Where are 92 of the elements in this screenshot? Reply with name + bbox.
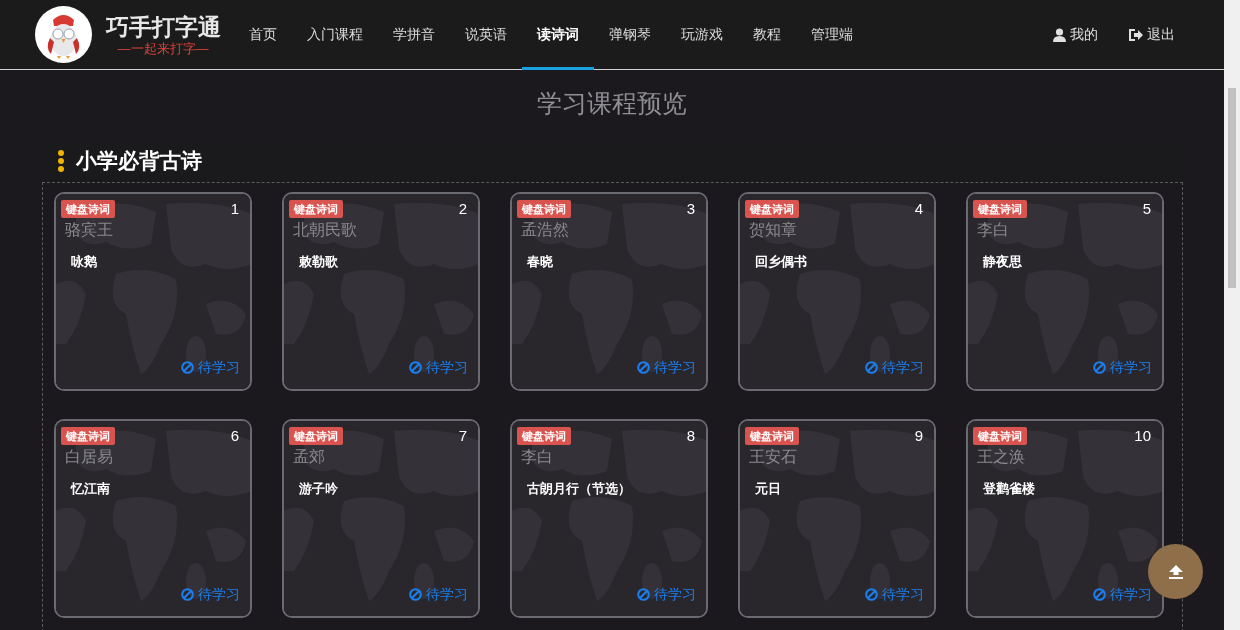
ban-icon xyxy=(181,587,194,601)
category-tag: 键盘诗词 xyxy=(745,200,799,218)
upload-icon xyxy=(1167,564,1184,579)
card-number: 9 xyxy=(914,427,923,445)
poem-title: 春晓 xyxy=(526,253,553,271)
status-label: 待学习 xyxy=(409,358,468,376)
poem-title: 静夜思 xyxy=(982,253,1022,271)
category-tag: 键盘诗词 xyxy=(745,427,799,445)
owl-logo-icon xyxy=(35,6,92,63)
poet-name: 贺知章 xyxy=(748,220,797,240)
ban-icon xyxy=(865,360,878,374)
category-tag: 键盘诗词 xyxy=(61,427,115,445)
ban-icon xyxy=(637,360,650,374)
status-label: 待学习 xyxy=(409,585,468,603)
ban-icon xyxy=(181,360,194,374)
poet-name: 李白 xyxy=(976,220,1009,240)
card-number: 5 xyxy=(1142,200,1151,218)
poem-card[interactable]: 键盘诗词 5 李白 静夜思 待学习 xyxy=(966,192,1164,391)
ban-icon xyxy=(1093,360,1106,374)
poem-title: 咏鹅 xyxy=(70,253,97,271)
poet-name: 北朝民歌 xyxy=(292,220,357,240)
ban-icon xyxy=(1093,587,1106,601)
poem-title: 忆江南 xyxy=(69,480,110,498)
nav-link[interactable]: 学拼音 xyxy=(378,0,450,70)
poem-title: 游子吟 xyxy=(298,480,338,498)
card-number: 4 xyxy=(914,200,923,218)
ban-icon xyxy=(409,360,422,374)
poet-name: 王安石 xyxy=(748,447,797,467)
logout-icon xyxy=(1128,27,1143,42)
user-icon xyxy=(1053,27,1066,42)
nav-link[interactable]: 弹钢琴 xyxy=(594,0,666,70)
status-label: 待学习 xyxy=(865,585,924,603)
card-number: 10 xyxy=(1134,427,1151,445)
poem-title: 登鹳雀楼 xyxy=(982,480,1035,498)
card-number: 6 xyxy=(230,427,239,445)
category-tag: 键盘诗词 xyxy=(61,200,115,218)
nav-link[interactable]: 教程 xyxy=(738,0,796,70)
poet-name: 王之涣 xyxy=(976,447,1025,467)
poet-name: 孟浩然 xyxy=(520,220,569,240)
poem-card[interactable]: 键盘诗词 3 孟浩然 春晓 待学习 xyxy=(510,192,708,391)
nav-link[interactable]: 入门课程 xyxy=(292,0,378,70)
poem-card[interactable]: 键盘诗词 1 骆宾王 咏鹅 待学习 xyxy=(54,192,252,391)
dots-icon xyxy=(58,150,64,172)
back-to-top-button[interactable] xyxy=(1148,544,1203,599)
status-label: 待学习 xyxy=(181,358,240,376)
poem-card[interactable]: 键盘诗词 8 李白 古朗月行（节选） 待学习 xyxy=(510,419,708,618)
poem-card[interactable]: 键盘诗词 9 王安石 元日 待学习 xyxy=(738,419,936,618)
poet-name: 白居易 xyxy=(64,447,113,467)
card-number: 2 xyxy=(458,200,467,218)
status-label: 待学习 xyxy=(637,585,696,603)
section-title: 小学必背古诗 xyxy=(76,148,202,175)
scrollbar[interactable] xyxy=(1224,0,1240,630)
status-label: 待学习 xyxy=(1093,358,1152,376)
poet-name: 孟郊 xyxy=(292,447,325,467)
logout-link[interactable]: 退出 xyxy=(1113,0,1190,70)
poet-name: 李白 xyxy=(520,447,553,467)
poem-title: 古朗月行（节选） xyxy=(526,480,631,498)
nav-link[interactable]: 读诗词 xyxy=(522,0,594,70)
card-number: 1 xyxy=(230,200,239,218)
card-number: 8 xyxy=(686,427,695,445)
poem-title: 回乡偶书 xyxy=(754,253,807,271)
category-tag: 键盘诗词 xyxy=(289,200,343,218)
brand-slogan: —一起来打字— xyxy=(117,40,209,57)
category-tag: 键盘诗词 xyxy=(973,200,1027,218)
status-label: 待学习 xyxy=(865,358,924,376)
ban-icon xyxy=(409,587,422,601)
page-title: 学习课程预览 xyxy=(536,88,688,118)
poem-card[interactable]: 键盘诗词 6 白居易 忆江南 待学习 xyxy=(54,419,252,618)
poem-title: 敕勒歌 xyxy=(298,253,338,271)
card-number: 3 xyxy=(686,200,695,218)
profile-link[interactable]: 我的 xyxy=(1038,0,1113,70)
poem-card[interactable]: 键盘诗词 7 孟郊 游子吟 待学习 xyxy=(282,419,480,618)
nav-link[interactable]: 玩游戏 xyxy=(666,0,738,70)
category-tag: 键盘诗词 xyxy=(517,200,571,218)
poem-card[interactable]: 键盘诗词 2 北朝民歌 敕勒歌 待学习 xyxy=(282,192,480,391)
ban-icon xyxy=(865,587,878,601)
status-label: 待学习 xyxy=(181,585,240,603)
category-tag: 键盘诗词 xyxy=(289,427,343,445)
nav-link[interactable]: 管理端 xyxy=(796,0,868,70)
category-tag: 键盘诗词 xyxy=(517,427,571,445)
ban-icon xyxy=(637,587,650,601)
category-tag: 键盘诗词 xyxy=(973,427,1027,445)
brand-title: 巧手打字通 xyxy=(105,12,221,41)
poem-card[interactable]: 键盘诗词 10 王之涣 登鹳雀楼 待学习 xyxy=(966,419,1164,618)
nav-link[interactable]: 首页 xyxy=(234,0,292,70)
poem-title: 元日 xyxy=(754,480,781,498)
poet-name: 骆宾王 xyxy=(64,220,113,240)
status-label: 待学习 xyxy=(1093,585,1152,603)
poem-card[interactable]: 键盘诗词 4 贺知章 回乡偶书 待学习 xyxy=(738,192,936,391)
nav-link[interactable]: 说英语 xyxy=(450,0,522,70)
status-label: 待学习 xyxy=(637,358,696,376)
card-number: 7 xyxy=(458,427,467,445)
